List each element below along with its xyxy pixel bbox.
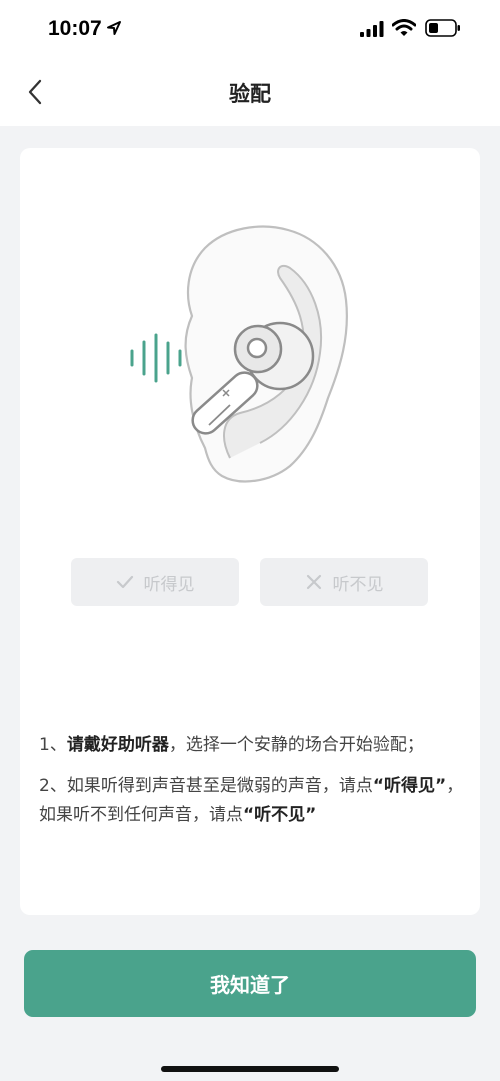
- location-arrow-icon: [107, 21, 121, 35]
- cellular-signal-icon: [360, 21, 384, 37]
- confirm-button-label: 我知道了: [210, 973, 290, 997]
- battery-icon: [425, 19, 460, 37]
- x-icon: [306, 574, 321, 590]
- status-time: 10:07: [48, 17, 102, 40]
- hear-button[interactable]: 听得见: [71, 558, 239, 606]
- nav-bar: 验配: [0, 60, 500, 126]
- hear-button-label: 听得见: [143, 574, 195, 595]
- not-hear-button-label: 听不见: [332, 574, 384, 595]
- check-icon: [116, 575, 133, 589]
- ear-with-hearing-aid-icon: [130, 225, 348, 483]
- instruction-step-1: 1、请戴好助听器，选择一个安静的场合开始验配；: [39, 735, 424, 755]
- status-bar: 10:07: [0, 0, 500, 60]
- home-indicator[interactable]: [161, 1066, 339, 1072]
- wifi-icon: [392, 19, 416, 36]
- instructions: 1、请戴好助听器，选择一个安静的场合开始验配； 2、如果听得到声音甚至是微弱的声…: [39, 731, 464, 842]
- confirm-button[interactable]: 我知道了: [24, 950, 476, 1017]
- page-title: 验配: [229, 82, 271, 106]
- fitting-card: 听得见 听不见 1、请戴好助听器，选择一个安静的场合开始验配； 2、如果听得到声…: [20, 148, 480, 915]
- not-hear-button[interactable]: 听不见: [260, 558, 428, 606]
- instruction-step-2: 2、如果听得到声音甚至是微弱的声音，请点“听得见”，如果听不到任何声音，请点“听…: [39, 776, 464, 825]
- sound-wave-icon: [130, 333, 182, 383]
